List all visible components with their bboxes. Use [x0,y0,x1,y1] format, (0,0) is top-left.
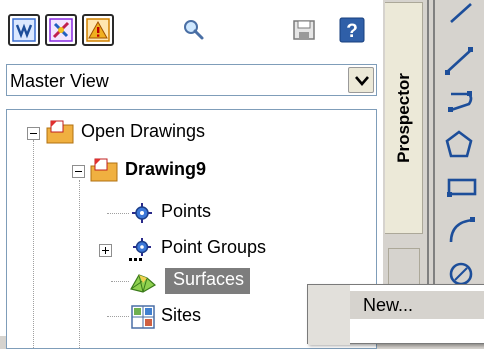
tree-item-point-groups[interactable]: Point Groups [7,234,307,264]
surfaces-icon [130,274,157,293]
collapse-toggle[interactable] [72,165,85,178]
master-view-select[interactable]: Master View [6,64,377,96]
polygon-tool-button[interactable] [439,126,479,164]
tree-item-open-drawings[interactable]: Open Drawings [7,118,307,148]
tab-prospector-label: Prospector [394,73,413,163]
polyline-icon [448,91,473,112]
polyline-tool-button[interactable] [439,84,479,122]
save-disk-icon [293,20,315,40]
settings-toggle-icon [49,18,73,42]
polygon-icon [445,130,473,158]
collapse-toggle[interactable] [27,127,40,140]
settings-toggle-button[interactable] [45,14,77,46]
tree-item-label: Points [161,201,212,221]
tree-item-surfaces[interactable]: Surfaces [7,267,307,297]
tree-item-drawing9[interactable]: Drawing9 [7,156,307,186]
magnifier-icon [184,20,204,40]
construction-line-tool-button[interactable] [439,42,479,80]
svg-text:?: ? [346,21,358,42]
line-tool-button[interactable] [439,0,479,38]
tree-item-label: Sites [161,305,202,325]
prospector-toggle-button[interactable] [8,14,40,46]
point-groups-icon [129,238,151,261]
master-view-dropdown-button[interactable] [348,67,374,93]
prospector-toolbar: ? [0,0,383,58]
save-button[interactable] [288,14,320,46]
event-viewer-button[interactable] [82,14,114,46]
sites-icon [131,305,155,329]
tree-item-label: Drawing9 [125,159,207,179]
arc-tool-button[interactable] [439,210,479,248]
search-button[interactable] [178,14,210,46]
prospector-toggle-icon [12,18,36,42]
event-viewer-icon [86,18,110,42]
points-icon [132,203,152,223]
expand-toggle[interactable] [99,244,112,257]
drawing-folder-icon [90,158,118,182]
rectangle-icon [447,178,477,197]
chevron-down-icon [355,76,369,86]
menu-icon-gutter [308,285,350,345]
tree-item-label: Point Groups [161,237,267,257]
tree-item-label: Open Drawings [81,121,206,141]
arc-icon [449,217,475,243]
open-drawings-folder-icon [46,120,74,144]
help-button[interactable]: ? [336,14,368,46]
rectangle-tool-button[interactable] [439,168,479,206]
tree-item-label: Surfaces [165,268,251,294]
tree-item-sites[interactable]: Sites [7,302,307,332]
menu-item-new[interactable]: New... [350,291,484,319]
line-icon [450,3,472,23]
tree-item-points[interactable]: Points [7,198,307,228]
surfaces-context-menu: New... [307,284,484,345]
menu-item-label: New... [363,295,414,315]
help-icon: ? [339,17,365,43]
construction-line-icon [445,47,473,75]
master-view-value: Master View [10,71,109,91]
